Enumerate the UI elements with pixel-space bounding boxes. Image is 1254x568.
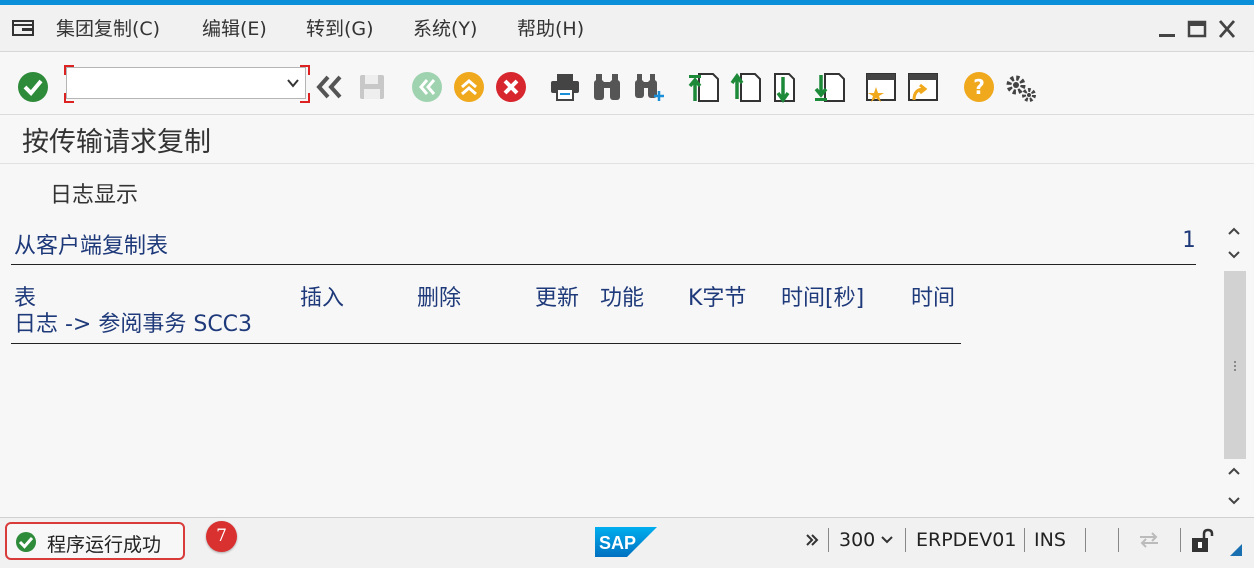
column-header-delete: 删除 (417, 286, 462, 311)
report-content: 从客户端复制表 1 表 插入 删除 更新 功能 K字节 时间[秒] 时间 日志 … (0, 216, 1222, 516)
create-session-icon[interactable] (864, 69, 898, 105)
column-header-insert: 插入 (300, 286, 345, 311)
separator (1024, 528, 1025, 552)
back-icon[interactable] (410, 69, 444, 105)
step-badge: 7 (206, 521, 237, 552)
focus-corner (300, 65, 310, 75)
help-icon[interactable]: ? (962, 69, 996, 105)
scroll-down-icon[interactable] (1226, 494, 1242, 510)
chevron-down-icon[interactable] (287, 78, 299, 88)
divider (11, 264, 1196, 265)
system-name: ERPDEV01 (916, 529, 1017, 551)
menu-item-client-copy[interactable]: 集团复制(C) (56, 14, 160, 41)
svg-text:SAP: SAP (599, 533, 636, 553)
standard-toolbar: ? (0, 52, 1254, 115)
status-bar: 程序运行成功 7 SAP 300 ERPDEV01 INS (0, 517, 1254, 568)
separator (1180, 528, 1181, 552)
focus-corner (64, 93, 74, 103)
application-toolbar: 日志显示 (0, 163, 1254, 217)
divider (11, 343, 961, 344)
page-down-icon[interactable] (1226, 248, 1242, 264)
expand-status-icon[interactable] (805, 533, 819, 547)
first-page-icon[interactable] (686, 69, 720, 105)
column-header-function: 功能 (600, 286, 645, 311)
maximize-icon[interactable] (1186, 19, 1208, 39)
focus-corner (300, 93, 310, 103)
status-message[interactable]: 程序运行成功 (5, 522, 185, 560)
column-header-time-seconds: 时间[秒] (781, 286, 865, 311)
menu-bar: 集团复制(C) 编辑(E) 转到(G) 系统(Y) 帮助(H) (0, 5, 1254, 52)
shortcut-icon[interactable] (906, 69, 940, 105)
success-icon (16, 532, 36, 552)
client-number: 300 (839, 529, 876, 551)
status-message-text: 程序运行成功 (47, 534, 162, 556)
minimize-icon[interactable] (1156, 19, 1178, 39)
scroll-up-icon[interactable] (1226, 224, 1242, 240)
enter-check-icon[interactable] (16, 69, 50, 105)
menu-item-edit[interactable]: 编辑(E) (202, 14, 267, 41)
column-header-kbytes: K字节 (688, 286, 747, 311)
cancel-icon[interactable] (494, 69, 528, 105)
close-icon[interactable] (1216, 19, 1238, 39)
command-field[interactable] (66, 67, 306, 99)
save-icon[interactable] (355, 69, 389, 105)
print-icon[interactable] (548, 69, 582, 105)
svg-text:?: ? (973, 75, 985, 99)
menu-item-goto[interactable]: 转到(G) (306, 14, 374, 41)
page-up-icon[interactable] (1226, 464, 1242, 480)
sap-logo: SAP (595, 527, 657, 557)
unlock-icon[interactable] (1190, 528, 1216, 554)
focus-corner (64, 65, 74, 75)
previous-page-icon[interactable] (728, 69, 762, 105)
input-mode[interactable]: INS (1034, 529, 1066, 551)
scrollbar-thumb[interactable] (1224, 271, 1246, 459)
next-page-icon[interactable] (770, 69, 804, 105)
chevron-down-icon[interactable] (880, 535, 894, 545)
last-page-icon[interactable] (812, 69, 846, 105)
column-header-update: 更新 (535, 286, 580, 311)
find-next-icon[interactable] (632, 69, 666, 105)
report-title: 从客户端复制表 (14, 234, 169, 259)
settings-icon[interactable] (1004, 69, 1038, 105)
grip-icon (1234, 361, 1236, 371)
separator (828, 528, 829, 552)
menu-item-system[interactable]: 系统(Y) (413, 14, 477, 41)
menu-icon[interactable] (12, 19, 34, 37)
menu-item-help[interactable]: 帮助(H) (517, 14, 584, 41)
separator (1085, 528, 1086, 552)
page-title: 按传输请求复制 (22, 127, 211, 158)
separator (905, 528, 906, 552)
exit-icon[interactable] (452, 69, 486, 105)
log-reference-line: 日志 -> 参阅事务 SCC3 (14, 312, 253, 337)
vertical-scrollbar[interactable] (1222, 216, 1254, 516)
connection-icon (1140, 532, 1158, 548)
column-header-time: 时间 (911, 286, 956, 311)
resize-grip-icon[interactable] (1228, 542, 1244, 558)
find-icon[interactable] (590, 69, 624, 105)
back-double-icon[interactable] (312, 69, 346, 105)
page-number: 1 (1182, 228, 1196, 253)
separator (1118, 528, 1119, 552)
log-display-button[interactable]: 日志显示 (50, 177, 138, 209)
